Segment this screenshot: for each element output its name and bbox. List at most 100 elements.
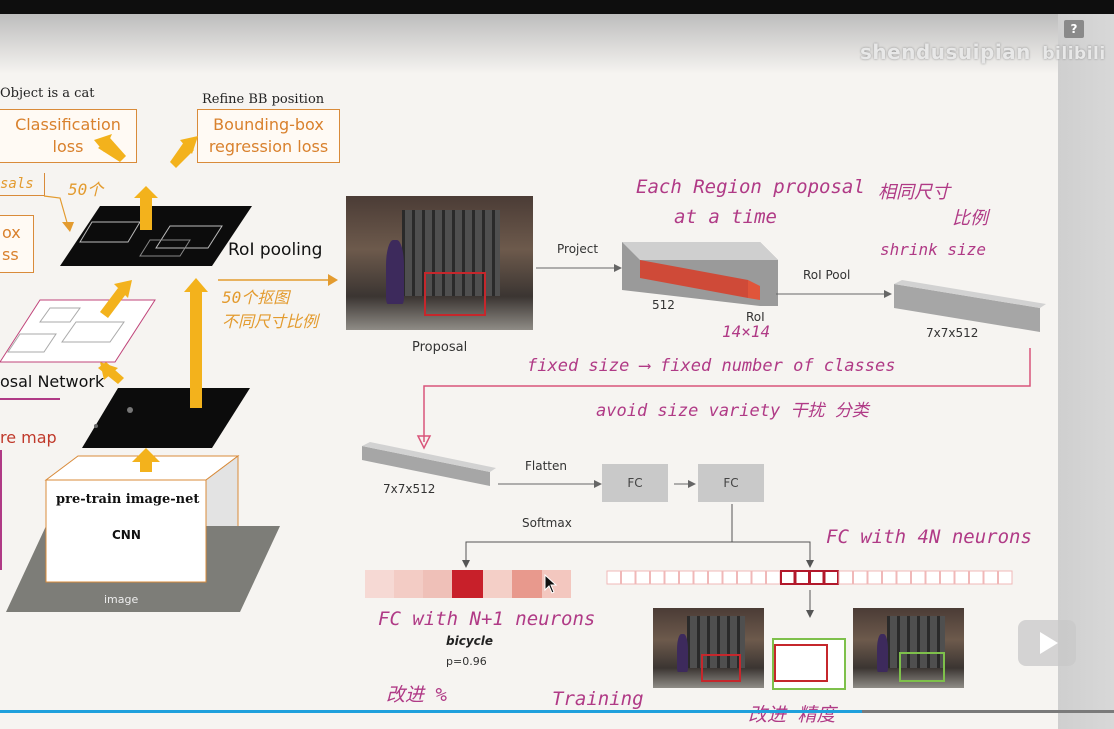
fc-box-1: FC <box>602 464 668 502</box>
softmax-left-head <box>462 560 470 568</box>
bbox-cell <box>751 570 766 585</box>
left-diagram-svg <box>0 134 338 612</box>
hand-training: Training <box>552 688 644 710</box>
watermark: shendusuipian bilibili <box>860 40 1106 64</box>
bbox-cell <box>925 570 940 585</box>
bbox-cell <box>867 570 882 585</box>
bbox-cell <box>664 570 679 585</box>
bbox-cell <box>882 570 897 585</box>
bbox-cell-active <box>823 570 839 585</box>
bbox-right-line <box>732 541 811 562</box>
project-arrow-head <box>614 264 622 272</box>
result-photo-after <box>853 608 964 688</box>
feature-block-top <box>622 242 778 260</box>
bbox-cell <box>606 570 621 585</box>
play-icon <box>1040 632 1058 654</box>
project-label: Project <box>557 242 599 256</box>
bbox-cell <box>708 570 723 585</box>
upper-feature-map <box>60 206 252 266</box>
bbox-cell <box>911 570 926 585</box>
refine-red-rect <box>774 644 828 682</box>
hand-gaijin-1: 改进 % <box>386 684 447 706</box>
bbox-cell <box>896 570 911 585</box>
refine-diagram <box>772 638 846 690</box>
probability-label: p=0.96 <box>446 655 487 668</box>
photo-person <box>677 634 688 672</box>
softmax-cell <box>483 570 512 598</box>
arrow-cnn-head <box>132 448 160 462</box>
dim-7x7x512-bottom: 7x7x512 <box>383 482 436 496</box>
hand-each-region: Each Region proposal at a time <box>636 172 865 232</box>
hand-gaijin-2: 改进 精度 <box>748 704 836 726</box>
arrow-fm-roi-head <box>184 278 208 292</box>
hand-avoid: avoid size variety 干扰 分类 <box>596 401 869 421</box>
bbox-cell <box>635 570 650 585</box>
bbox-cell <box>998 570 1013 585</box>
hand-each-region-l1: Each Region proposal <box>636 176 865 198</box>
bbox-cell <box>969 570 984 585</box>
bbox-down-head <box>806 610 814 618</box>
bbox-right-head <box>806 560 814 568</box>
arrow-fm-roi-shaft <box>190 290 202 408</box>
result-photo-before <box>653 608 764 688</box>
softmax-cell <box>423 570 452 598</box>
result-red-box <box>701 654 741 682</box>
softmax-cell <box>512 570 542 598</box>
hand-shrink: shrink size <box>880 240 986 259</box>
hand-same-size-l1: 相同尺寸 <box>878 182 950 203</box>
softmax-bar <box>365 570 571 598</box>
bbox-cell <box>621 570 636 585</box>
help-icon[interactable]: ? <box>1064 20 1084 38</box>
softmax-left-line <box>465 504 733 562</box>
dim-512-label: 512 <box>652 298 675 312</box>
bbox-cell <box>940 570 955 585</box>
flatten-label: Flatten <box>525 459 567 473</box>
bbox-cell <box>693 570 708 585</box>
bbox-cell-active <box>780 570 796 585</box>
bbox-cell <box>722 570 737 585</box>
bbox-cell <box>679 570 694 585</box>
proposal-pointer-head <box>62 222 74 232</box>
bicycle-label: bicycle <box>446 634 494 648</box>
bbox-cell <box>983 570 998 585</box>
softmax-cell <box>394 570 423 598</box>
dim-7x7x512-top: 7x7x512 <box>926 326 979 340</box>
proposal-sheet <box>0 299 156 363</box>
bbox-cell-active <box>809 570 825 585</box>
flatten-arrow-head <box>594 480 602 488</box>
hand-same-size-l2: 比例 <box>952 208 988 229</box>
softmax-cell <box>365 570 394 598</box>
roi-pool-label: RoI Pool <box>803 268 851 282</box>
roipool-arrow-head <box>884 290 892 298</box>
fm-dot-1 <box>127 407 133 413</box>
bilibili-logo-icon: bilibili <box>1042 44 1106 64</box>
image-label: image <box>104 593 139 606</box>
bbox-regression-bar <box>606 570 1013 585</box>
photo-person <box>877 634 888 672</box>
fc-box-2: FC <box>698 464 764 502</box>
cnn-label: CNN <box>112 528 141 542</box>
hand-each-region-l2: at a time <box>674 206 777 228</box>
mouse-cursor-icon <box>544 574 558 594</box>
bbox-cell <box>853 570 868 585</box>
roi-out-arrowhead <box>328 274 338 286</box>
bbox-cell <box>954 570 969 585</box>
hand-same-size: 相同尺寸 比例 <box>878 180 988 232</box>
play-button[interactable] <box>1018 620 1076 666</box>
bbox-cell <box>650 570 665 585</box>
progress-bar[interactable] <box>0 710 1114 713</box>
proposal-pointer-line <box>43 195 69 227</box>
watermark-text: shendusuipian <box>860 40 1031 64</box>
softmax-label: Softmax <box>522 516 572 530</box>
result-green-box <box>899 652 945 682</box>
fm-dot-2 <box>94 424 98 428</box>
arrow-up-roi-shaft <box>140 196 152 230</box>
bbox-cell-active <box>794 570 810 585</box>
hand-fc-n1: FC with N+1 neurons <box>378 608 596 630</box>
hand-14x14: 14×14 <box>722 322 771 341</box>
bbox-cell <box>838 570 853 585</box>
video-frame: Object is a cat Refine BB position Class… <box>0 0 1114 729</box>
progress-fill <box>0 710 863 713</box>
bbox-cell <box>737 570 752 585</box>
fc-arrow-head <box>688 480 696 488</box>
